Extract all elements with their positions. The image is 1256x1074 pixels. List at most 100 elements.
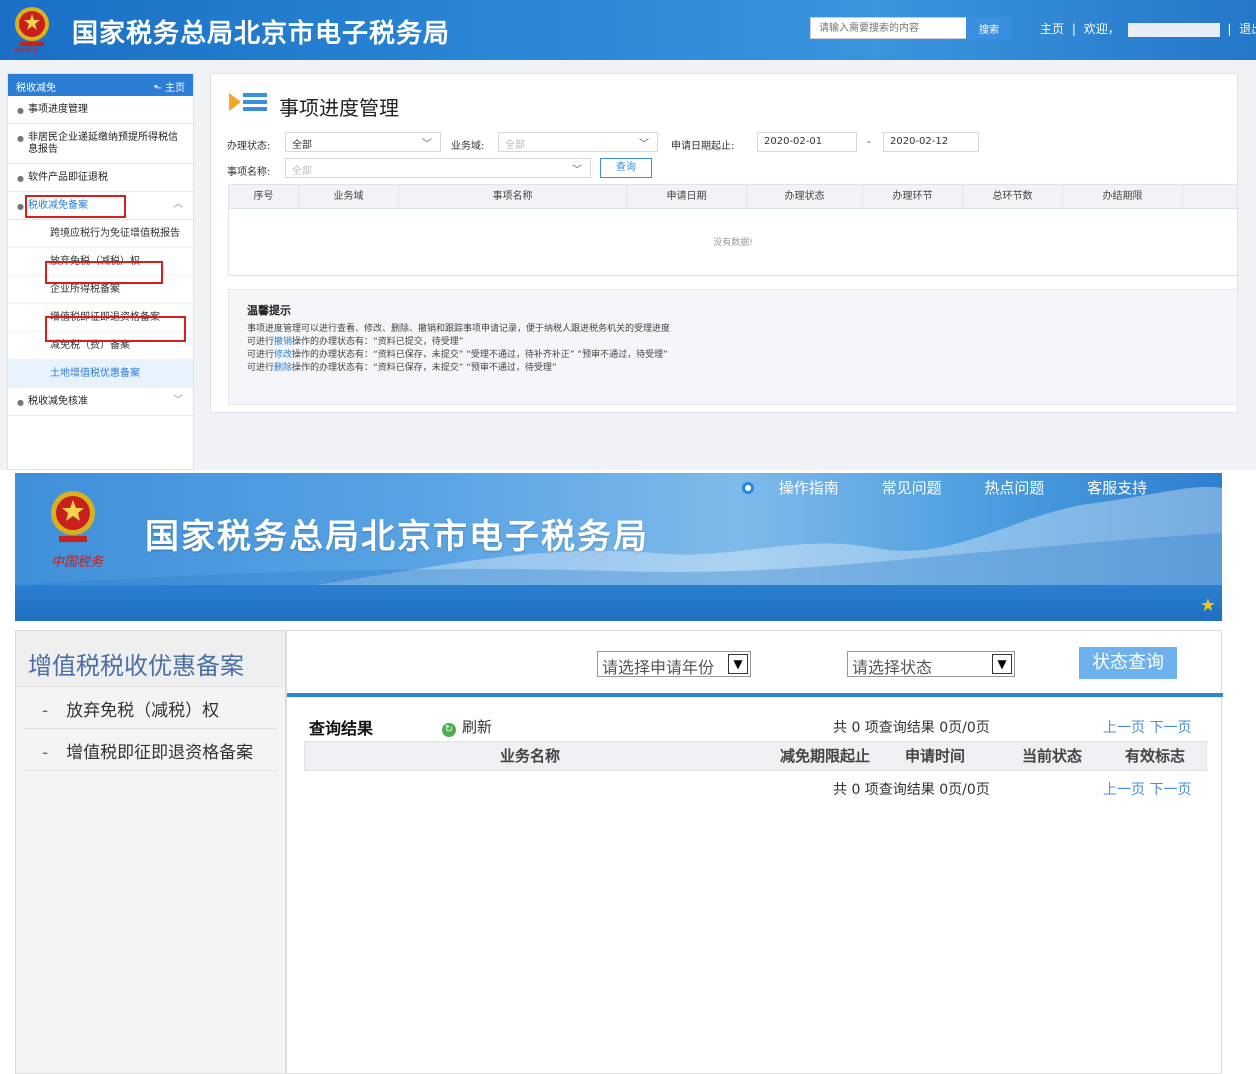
chevron-down-icon: ﹀ — [422, 139, 432, 150]
seal-text: 中国税务 — [51, 555, 104, 570]
refresh-label: 刷新 — [462, 718, 493, 736]
tips-highlight: 修改 — [274, 350, 293, 360]
tips-title: 温馨提示 — [247, 304, 291, 317]
content-area: 税收减免 ⬑ 主页 ● 事项进度管理 ● 非居民企业递延缴纳预提所得税信息报告 ● 软… — [0, 60, 1256, 470]
dash-marker: - — [42, 743, 49, 763]
sidebar-item-approval[interactable]: ● 税收减免核准 ﹀ — [8, 388, 193, 416]
search-input[interactable] — [810, 17, 968, 39]
table-header: 序号 业务域 事项名称 申请日期 办理状态 办理环节 总环节数 办结期限 — [229, 185, 1237, 209]
column-header: 减免期限起止 — [780, 747, 871, 765]
column-header: 业务名称 — [500, 747, 561, 765]
separator: | — [1227, 22, 1232, 36]
next-page-link[interactable]: 下一页 — [1149, 720, 1191, 736]
date-range-label: 申请日期起止: — [671, 141, 735, 152]
prev-page-link[interactable]: 上一页 — [1103, 720, 1145, 736]
separator: | — [1071, 22, 1076, 36]
date-separator: - — [867, 137, 871, 148]
dash-marker: - — [42, 701, 49, 721]
bullet-icon: ● — [17, 106, 24, 115]
status-select-value: 全部 — [292, 140, 312, 151]
chevron-down-icon: ▼ — [728, 654, 748, 674]
sidebar-header: 税收减免 ⬑ 主页 — [8, 74, 193, 96]
star-icon[interactable]: ★ — [1200, 595, 1216, 616]
prev-page-link[interactable]: 上一页 — [1103, 782, 1145, 798]
column-header: 当前状态 — [1022, 747, 1083, 765]
gear-icon — [742, 482, 754, 494]
sidebar-item-reduction-filing[interactable]: ● 税收减免备案 ︿ — [8, 192, 193, 220]
date-to-input[interactable]: 2020-02-12 — [883, 132, 979, 152]
column-header: 事项名称 — [399, 185, 627, 208]
support-link[interactable]: 客服支持 — [1087, 479, 1147, 497]
domain-label: 业务域: — [451, 141, 485, 152]
tips-text: 操作的办理状态有：“资料已保存，未提交” “预审不通过，待受理” — [292, 363, 557, 373]
sidebar-item-nonresident[interactable]: ● 非居民企业递延缴纳预提所得税信息报告 — [8, 124, 193, 164]
bottom-sidebar: 增值税税收优惠备案 - 放弃免税（减税）权 - 增值税即征即退资格备案 — [15, 630, 286, 1074]
sidebar-subitem-waive[interactable]: 放弃免税（减税）权 — [8, 248, 193, 276]
status-select[interactable]: 全部 ﹀ — [285, 132, 441, 152]
bottom-screenshot: 中国税务 国家税务总局北京市电子税务局 操作指南 常见问题 热点问题 客服支持 … — [0, 470, 1256, 1074]
sidebar-item-label: 软件产品即征退税 — [28, 172, 108, 183]
sidebar-title: 增值税税收优惠备案 — [16, 631, 285, 687]
tips-highlight: 删除 — [274, 363, 293, 373]
guide-link[interactable]: 操作指南 — [779, 479, 839, 497]
sidebar-item-waive[interactable]: - 放弃免税（减税）权 — [24, 687, 277, 729]
item-name-value: 全部 — [292, 166, 312, 177]
bullet-icon: ● — [17, 398, 24, 407]
status-select[interactable]: 请选择状态 ▼ — [847, 651, 1015, 677]
sidebar-item-label: 增值税即征即退资格备案 — [66, 743, 254, 763]
sidebar-subitem-crossborder[interactable]: 跨境应税行为免征增值税报告 — [8, 220, 193, 248]
sidebar-item-label: 放弃免税（减税）权 — [66, 701, 220, 721]
tips-box: 温馨提示 事项进度管理可以进行查看、修改、删除、撤销和跟踪事项申请记录，便于纳税… — [228, 289, 1238, 405]
national-emblem-icon: 中国税务 — [14, 7, 49, 54]
home-link[interactable]: 主页 — [1040, 22, 1064, 36]
sidebar-item-label: 事项进度管理 — [28, 104, 88, 115]
tips-text: 可进行 — [247, 363, 275, 373]
refresh-button[interactable]: ↻ 刷新 — [442, 716, 492, 737]
sidebar-subitem-exemption[interactable]: 减免税（费）备案 — [8, 332, 193, 360]
logout-link[interactable]: 退出 — [1239, 22, 1256, 36]
column-header: 业务域 — [299, 185, 399, 208]
empty-message: 没有数据! — [713, 238, 753, 248]
bottom-main: 请选择申请年份 ▼ 请选择状态 ▼ 状态查询 查询结果 ↻ 刷新 共 0 项查询结果 … — [286, 630, 1223, 1074]
status-query-button[interactable]: 状态查询 — [1079, 647, 1177, 679]
tips-line: 可进行撤销操作的办理状态有：“资料已提交，待受理” — [247, 336, 1237, 349]
column-header: 办理环节 — [863, 185, 963, 208]
search-button[interactable]: 搜索 — [966, 17, 1012, 39]
chevron-down-icon: ▼ — [992, 654, 1012, 674]
sidebar-home-label: 主页 — [165, 83, 185, 94]
sidebar-item-progress[interactable]: ● 事项进度管理 — [8, 96, 193, 124]
next-page-link[interactable]: 下一页 — [1149, 782, 1191, 798]
chevron-up-icon: ︿ — [173, 199, 183, 210]
tips-text: 可进行 — [247, 350, 275, 360]
query-button[interactable]: 查询 — [600, 158, 652, 178]
year-select[interactable]: 请选择申请年份 ▼ — [597, 651, 751, 677]
sidebar-subitem-land-vat[interactable]: 土地增值税优惠备案 — [8, 360, 193, 388]
column-header: 办结期限 — [1063, 185, 1183, 208]
site-title: 国家税务总局北京市电子税务局 — [72, 19, 451, 49]
tips-text: 可进行 — [247, 337, 275, 347]
list-menu-icon — [229, 93, 267, 111]
result-table-header: 业务名称 减免期限起止 申请时间 当前状态 有效标志 — [304, 741, 1207, 771]
column-header: 办理状态 — [747, 185, 863, 208]
hot-topics-link[interactable]: 热点问题 — [984, 479, 1044, 497]
tips-line: 可进行删除操作的办理状态有：“资料已保存，未提交” “预审不通过，待受理” — [247, 362, 1237, 375]
sidebar-item-vat-refund[interactable]: - 增值税即征即退资格备案 — [24, 729, 277, 771]
result-count: 共 0 项查询结果 0页/0页 — [833, 720, 990, 736]
faq-link[interactable]: 常见问题 — [882, 479, 942, 497]
bullet-icon: ● — [17, 202, 24, 211]
banner-title: 国家税务总局北京市电子税务局 — [145, 517, 649, 557]
domain-select[interactable]: 全部 ﹀ — [498, 132, 658, 152]
tips-text: 操作的办理状态有：“资料已保存，未提交” “受理不通过，待补齐补正” “预审不通… — [292, 350, 668, 360]
sidebar-subitem-cit[interactable]: 企业所得税备案 — [8, 276, 193, 304]
column-header: 申请日期 — [627, 185, 747, 208]
sidebar-item-label: 非居民企业递延缴纳预提所得税信息报告 — [28, 132, 178, 155]
svg-text:中国税务: 中国税务 — [14, 46, 38, 54]
sidebar-subitem-vat-refund[interactable]: 增值税即征即退资格备案 — [8, 304, 193, 332]
sidebar-home-link[interactable]: ⬑ 主页 — [153, 79, 185, 94]
sidebar: 税收减免 ⬑ 主页 ● 事项进度管理 ● 非居民企业递延缴纳预提所得税信息报告 ● 软… — [7, 73, 194, 470]
item-name-select[interactable]: 全部 ﹀ — [285, 158, 591, 178]
welcome-text: 欢迎， — [1083, 22, 1120, 36]
date-from-input[interactable]: 2020-02-01 — [757, 132, 857, 152]
tips-line: 事项进度管理可以进行查看、修改、删除、撤销和跟踪事项申请记录，便于纳税人跟进税务… — [247, 324, 671, 334]
sidebar-item-software[interactable]: ● 软件产品即征退税 — [8, 164, 193, 192]
